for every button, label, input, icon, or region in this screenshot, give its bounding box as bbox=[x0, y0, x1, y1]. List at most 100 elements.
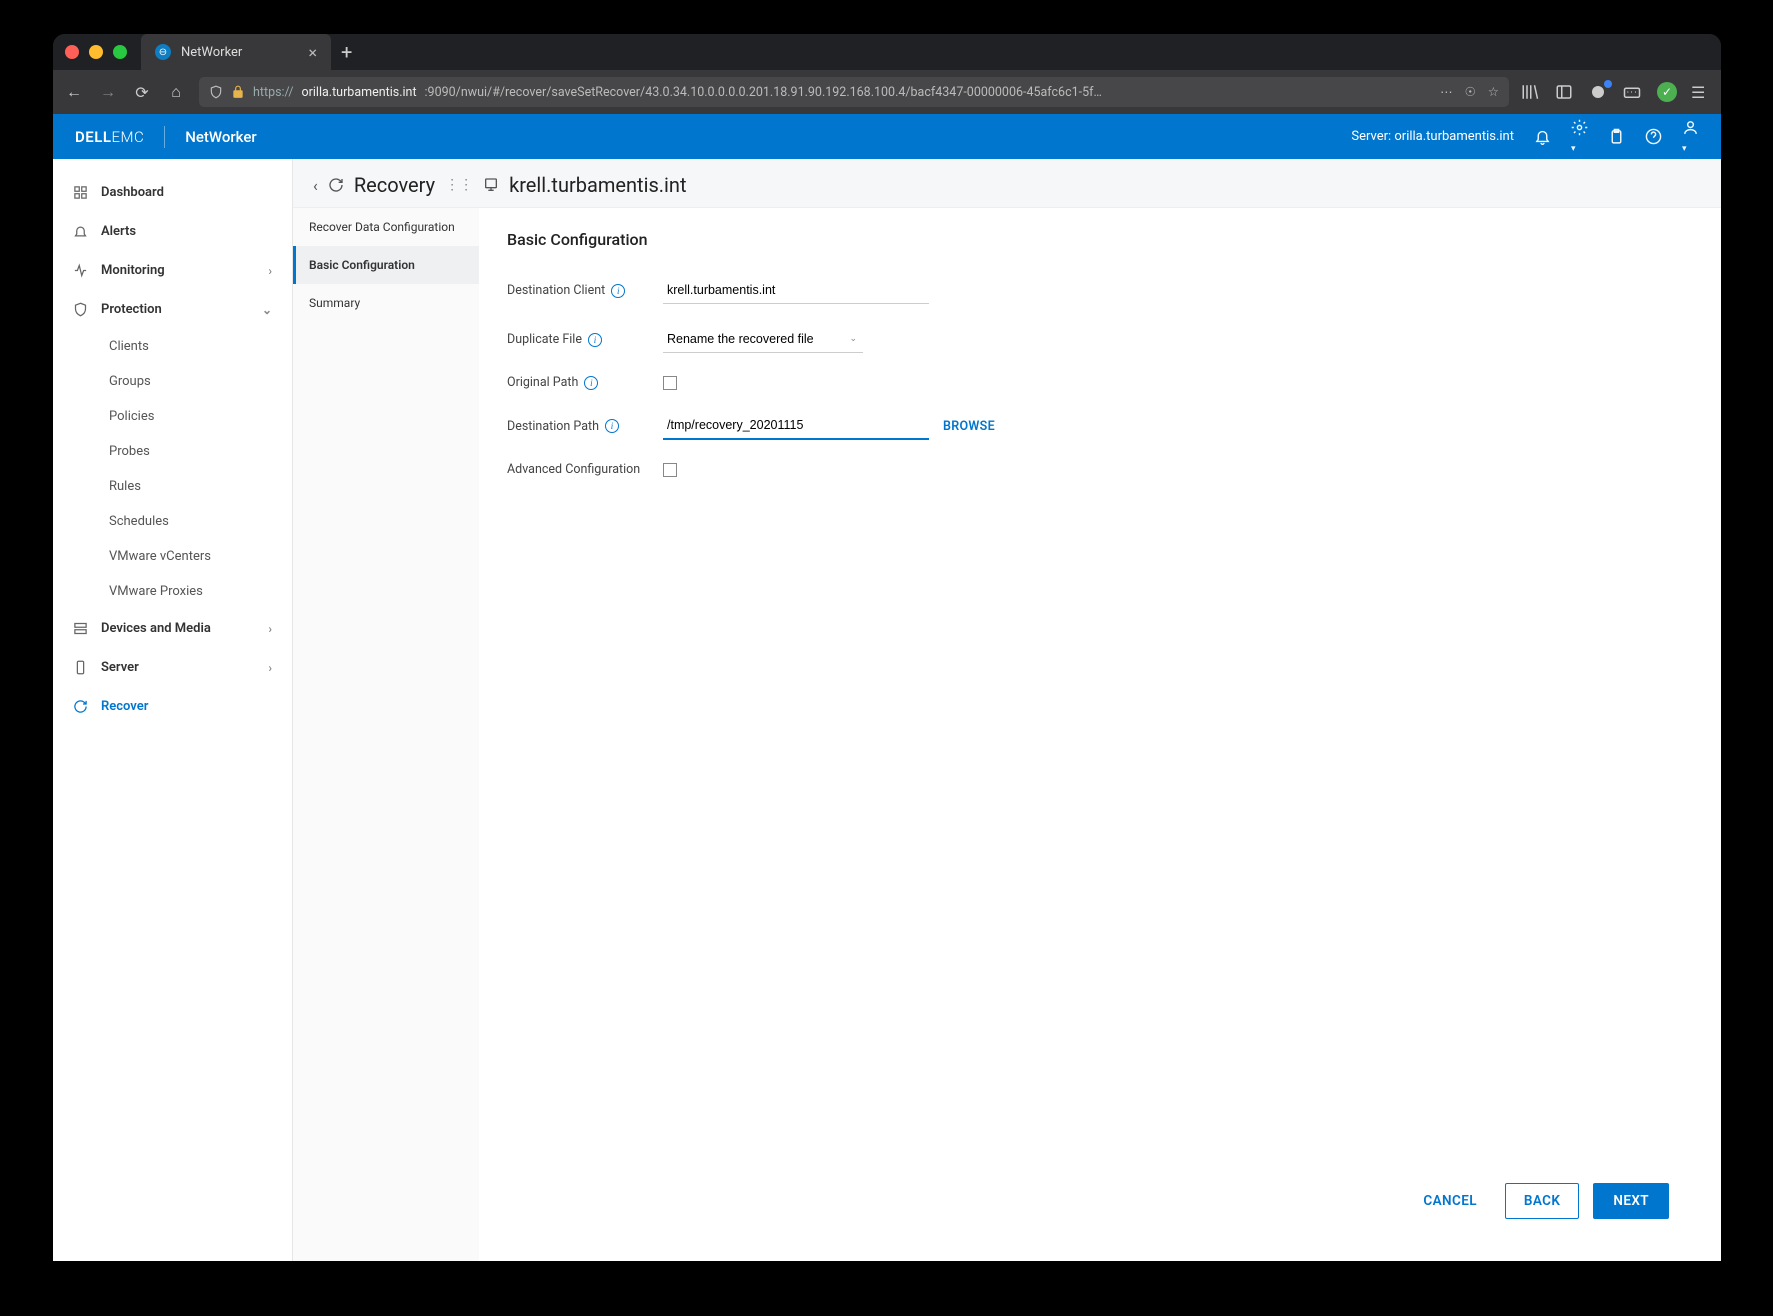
status-ok-icon[interactable]: ✓ bbox=[1657, 82, 1677, 102]
back-button[interactable]: BACK bbox=[1505, 1183, 1579, 1219]
duplicate-file-select[interactable]: ⌄ bbox=[663, 326, 863, 353]
password-icon[interactable] bbox=[1623, 83, 1643, 101]
browse-button[interactable]: BROWSE bbox=[943, 419, 995, 434]
new-tab-button[interactable]: + bbox=[331, 40, 362, 64]
help-icon[interactable] bbox=[1645, 128, 1662, 145]
sidebar-sub-clients[interactable]: Clients bbox=[53, 329, 292, 364]
next-button[interactable]: NEXT bbox=[1593, 1183, 1669, 1219]
breadcrumb-separator-icon: ⋮⋮ bbox=[445, 177, 473, 193]
duplicate-file-label: Duplicate File bbox=[507, 332, 582, 347]
app-header: DELLEMC NetWorker Server: orilla.turbame… bbox=[53, 114, 1721, 159]
close-tab-icon[interactable]: × bbox=[308, 43, 317, 62]
shield-icon bbox=[209, 85, 223, 99]
chevron-right-icon: › bbox=[268, 264, 272, 278]
browser-toolbar: ← → ⟳ ⌂ https:// orilla.turbamentis.int :9… bbox=[53, 70, 1721, 114]
row-destination-client: Destination Client i bbox=[507, 277, 1693, 304]
sidebar-item-label: Devices and Media bbox=[101, 621, 211, 636]
sidebar-sub-probes[interactable]: Probes bbox=[53, 434, 292, 469]
sidebar-item-devices[interactable]: Devices and Media › bbox=[53, 609, 292, 648]
close-window-icon[interactable] bbox=[65, 45, 79, 59]
main-panel: ‹ Recovery ⋮⋮ krell.turbamentis.int Reco… bbox=[293, 159, 1721, 1261]
breadcrumb-back-icon[interactable]: ‹ bbox=[313, 176, 318, 195]
maximize-window-icon[interactable] bbox=[113, 45, 127, 59]
row-duplicate-file: Duplicate File i ⌄ bbox=[507, 326, 1693, 353]
sidebar-item-recover[interactable]: Recover bbox=[53, 687, 292, 726]
sidebar-item-protection[interactable]: Protection ⌄ bbox=[53, 290, 292, 329]
bookmark-icon[interactable]: ☆ bbox=[1488, 84, 1499, 100]
sidebar: Dashboard Alerts Monitoring › Protection… bbox=[53, 159, 293, 1261]
chevron-right-icon: › bbox=[268, 661, 272, 675]
browser-tab[interactable]: ⊖ NetWorker × bbox=[141, 34, 331, 70]
extension-icon[interactable] bbox=[1589, 83, 1609, 101]
wizard-steps: Recover Data Configuration Basic Configu… bbox=[293, 208, 479, 1261]
breadcrumb-refresh-icon[interactable] bbox=[328, 177, 344, 193]
header-divider bbox=[164, 126, 165, 148]
server-icon bbox=[73, 660, 89, 675]
sidebar-sub-vmware-vcenters[interactable]: VMware vCenters bbox=[53, 539, 292, 574]
clipboard-icon[interactable] bbox=[1608, 128, 1625, 145]
dashboard-icon bbox=[73, 185, 89, 200]
breadcrumb: ‹ Recovery ⋮⋮ krell.turbamentis.int bbox=[293, 159, 1721, 207]
form-content: Basic Configuration Destination Client i bbox=[479, 208, 1721, 1261]
sidebar-sub-groups[interactable]: Groups bbox=[53, 364, 292, 399]
breadcrumb-host: krell.turbamentis.int bbox=[509, 173, 686, 197]
reader-icon[interactable]: ☉ bbox=[1465, 84, 1476, 100]
url-protocol: https:// bbox=[253, 85, 294, 100]
titlebar: ⊖ NetWorker × + bbox=[53, 34, 1721, 70]
info-icon[interactable]: i bbox=[588, 333, 602, 347]
form-title: Basic Configuration bbox=[507, 230, 1693, 249]
destination-path-label: Destination Path bbox=[507, 419, 599, 434]
sidebar-item-alerts[interactable]: Alerts bbox=[53, 212, 292, 251]
breadcrumb-root[interactable]: Recovery bbox=[354, 173, 435, 197]
info-icon[interactable]: i bbox=[584, 376, 598, 390]
server-info: Server: orilla.turbamentis.int bbox=[1351, 129, 1514, 144]
refresh-icon bbox=[73, 699, 89, 714]
info-icon[interactable]: i bbox=[605, 419, 619, 433]
row-advanced-config: Advanced Configuration bbox=[507, 462, 1693, 477]
sidebar-item-label: Protection bbox=[101, 302, 162, 317]
wizard-panel: Recover Data Configuration Basic Configu… bbox=[293, 207, 1721, 1261]
step-basic-config[interactable]: Basic Configuration bbox=[293, 246, 479, 284]
step-summary[interactable]: Summary bbox=[293, 284, 479, 322]
sidebar-sub-schedules[interactable]: Schedules bbox=[53, 504, 292, 539]
sidebar-sub-policies[interactable]: Policies bbox=[53, 399, 292, 434]
cancel-button[interactable]: CANCEL bbox=[1409, 1183, 1491, 1219]
more-icon[interactable]: ⋯ bbox=[1440, 84, 1453, 100]
sidebar-sub-rules[interactable]: Rules bbox=[53, 469, 292, 504]
minimize-window-icon[interactable] bbox=[89, 45, 103, 59]
forward-icon[interactable]: → bbox=[97, 82, 119, 102]
home-icon[interactable]: ⌂ bbox=[165, 82, 187, 102]
sidebar-sub-vmware-proxies[interactable]: VMware Proxies bbox=[53, 574, 292, 609]
chevron-down-icon: ⌄ bbox=[262, 303, 272, 317]
gear-icon[interactable]: ▾ bbox=[1571, 119, 1588, 155]
advanced-config-checkbox[interactable] bbox=[663, 463, 677, 477]
bell-icon[interactable] bbox=[1534, 128, 1551, 145]
dell-logo: DELLEMC bbox=[75, 128, 144, 146]
reload-icon[interactable]: ⟳ bbox=[131, 83, 153, 102]
sidebar-item-label: Server bbox=[101, 660, 139, 675]
url-path: :9090/nwui/#/recover/saveSetRecover/43.0… bbox=[425, 85, 1102, 100]
sidebar-item-server[interactable]: Server › bbox=[53, 648, 292, 687]
destination-path-input[interactable] bbox=[663, 412, 929, 440]
sidebar-item-dashboard[interactable]: Dashboard bbox=[53, 173, 292, 212]
lock-warning-icon bbox=[231, 85, 245, 99]
step-recover-data-config[interactable]: Recover Data Configuration bbox=[293, 208, 479, 246]
advanced-config-label: Advanced Configuration bbox=[507, 462, 640, 477]
wizard-footer: CANCEL BACK NEXT bbox=[507, 1163, 1693, 1239]
info-icon[interactable]: i bbox=[611, 284, 625, 298]
storage-icon bbox=[73, 621, 89, 636]
address-bar[interactable]: https:// orilla.turbamentis.int :9090/nwui… bbox=[199, 77, 1509, 107]
back-icon[interactable]: ← bbox=[63, 82, 85, 102]
destination-client-label: Destination Client bbox=[507, 283, 605, 298]
row-destination-path: Destination Path i BROWSE bbox=[507, 412, 1693, 440]
user-icon[interactable]: ▾ bbox=[1682, 119, 1699, 155]
original-path-checkbox[interactable] bbox=[663, 376, 677, 390]
sidebar-icon[interactable] bbox=[1555, 83, 1575, 101]
hamburger-icon[interactable]: ☰ bbox=[1691, 83, 1711, 102]
destination-client-input[interactable] bbox=[663, 277, 929, 304]
url-host: orilla.turbamentis.int bbox=[302, 85, 417, 100]
sidebar-item-monitoring[interactable]: Monitoring › bbox=[53, 251, 292, 290]
library-icon[interactable] bbox=[1521, 83, 1541, 101]
monitor-icon bbox=[73, 263, 89, 278]
row-original-path: Original Path i bbox=[507, 375, 1693, 390]
